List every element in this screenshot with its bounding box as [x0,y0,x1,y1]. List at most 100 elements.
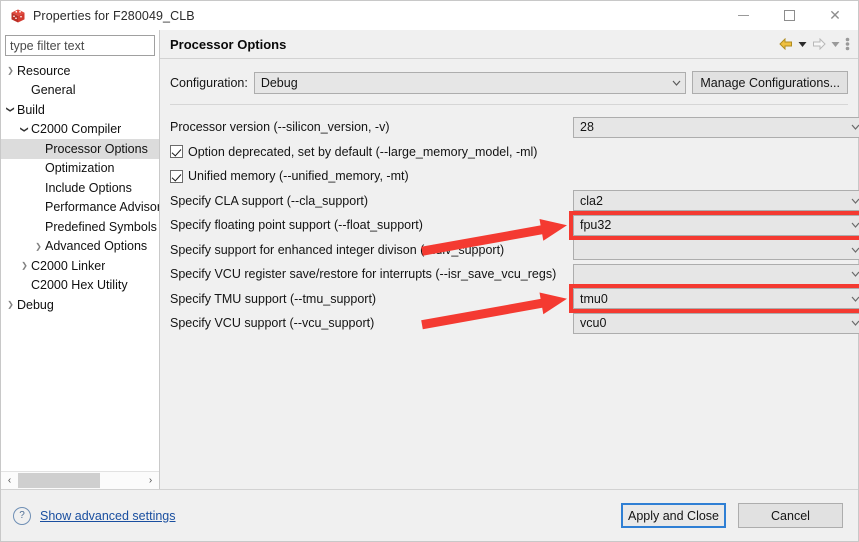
option-label: Unified memory (--unified_memory, -mt) [188,169,409,184]
tree-collapsed-icon[interactable] [32,242,45,251]
manage-configurations-button[interactable]: Manage Configurations... [692,71,848,94]
title-bar: Properties for F280049_CLB ✕ [1,1,858,30]
sidebar-item-optimization[interactable]: Optimization [1,159,159,179]
config-divider [170,104,848,105]
option-label: Option deprecated, set by default (--lar… [188,144,538,159]
sidebar-item-advanced-options[interactable]: Advanced Options [1,237,159,257]
option-row: Specify support for enhanced integer div… [170,238,859,263]
chevron-down-icon [846,222,859,229]
checkbox[interactable] [170,169,183,183]
sidebar-item-label: Performance Advisor [45,200,159,215]
combo-value: fpu32 [580,218,612,233]
configuration-row: Configuration: Debug Manage Configuratio… [170,71,848,94]
scroll-thumb[interactable] [18,473,100,488]
tree-collapsed-icon[interactable] [18,261,31,270]
cla-support-combo[interactable]: cla2 [573,190,859,212]
sidebar-item-label: C2000 Compiler [31,122,122,137]
sidebar-item-label: Build [17,102,45,117]
back-menu-chevron-down-icon[interactable] [798,41,807,48]
question-mark-icon[interactable]: ? [13,506,31,525]
close-button[interactable]: ✕ [812,1,858,30]
sidebar-item-debug[interactable]: Debug [1,295,159,315]
tmu-support-combo[interactable]: tmu0 [573,288,859,310]
option-row: Specify VCU register save/restore for in… [170,262,859,287]
show-advanced-settings-link[interactable]: Show advanced settings [40,509,176,523]
filter-container [1,30,159,59]
options-list: Processor version (--silicon_version, -v… [170,115,859,336]
minimize-button[interactable] [720,1,766,30]
checkbox[interactable] [170,145,183,159]
scroll-track[interactable] [18,472,142,489]
float-support-combo[interactable]: fpu32 [573,214,859,236]
close-icon: ✕ [829,7,841,24]
combo-value: tmu0 [580,291,608,306]
properties-dialog: Properties for F280049_CLB ✕ Resource Gen… [0,0,859,542]
maximize-icon [783,10,795,21]
sidebar-item-c2000-hex-utility[interactable]: C2000 Hex Utility [1,276,159,296]
option-row: Specify floating point support (--float_… [170,213,859,238]
sidebar-item-label: Debug [17,297,54,312]
apply-and-close-button[interactable]: Apply and Close [621,503,726,528]
settings-tree-panel: Resource General Build C2000 Compiler Proces… [1,30,160,489]
chevron-down-icon [846,271,859,278]
combo-value: vcu0 [580,316,607,331]
window-controls: ✕ [720,1,858,30]
tree-collapsed-icon[interactable] [4,66,17,75]
tree-expanded-icon[interactable] [18,125,31,134]
idiv-support-combo[interactable] [573,239,859,261]
sidebar-item-include-options[interactable]: Include Options [1,178,159,198]
red-cube-icon [11,9,25,22]
sidebar-item-label: Predefined Symbols [45,219,157,234]
tree-horizontal-scrollbar[interactable]: ‹ › [1,471,159,489]
sidebar-item-predefined-symbols[interactable]: Predefined Symbols [1,217,159,237]
forward-arrow-icon[interactable] [812,38,826,50]
sidebar-item-processor-options[interactable]: Processor Options [1,139,159,159]
configuration-label: Configuration: [170,75,248,90]
page-header: Processor Options [160,30,858,58]
scroll-right-button[interactable]: › [142,472,159,489]
sidebar-item-label: C2000 Linker [31,258,106,273]
tree-expanded-icon[interactable] [4,105,17,114]
dialog-body: Resource General Build C2000 Compiler Proces… [1,30,859,489]
back-arrow-icon[interactable] [779,38,793,50]
app-icon [10,8,26,24]
option-row: Specify CLA support (--cla_support) cla2 [170,189,859,214]
vcu-support-combo[interactable]: vcu0 [573,312,859,334]
sidebar-item-performance-advisor[interactable]: Performance Advisor [1,198,159,218]
sidebar-item-c2000-compiler[interactable]: C2000 Compiler [1,120,159,140]
window-title: Properties for F280049_CLB [33,8,195,23]
sidebar-item-label: Optimization [45,161,115,176]
chevron-down-icon [667,80,685,86]
option-label: Specify floating point support (--float_… [170,218,423,233]
silicon-version-combo[interactable]: 28 [573,116,859,138]
sidebar-item-c2000-linker[interactable]: C2000 Linker [1,256,159,276]
option-row: Unified memory (--unified_memory, -mt) [170,164,848,189]
option-label: Specify TMU support (--tmu_support) [170,291,377,306]
option-label: Specify support for enhanced integer div… [170,242,505,257]
view-menu-icon[interactable] [845,37,850,51]
option-label: Specify CLA support (--cla_support) [170,193,369,208]
settings-page: Processor Options Configuration: Debug M… [160,30,859,489]
sidebar-item-resource[interactable]: Resource [1,61,159,81]
chevron-down-icon [846,320,859,327]
settings-tree[interactable]: Resource General Build C2000 Compiler Proces… [1,59,159,471]
forward-menu-chevron-down-icon[interactable] [831,41,840,48]
sidebar-item-build[interactable]: Build [1,100,159,120]
filter-input[interactable] [5,35,155,56]
footer-buttons: Apply and Close Cancel [621,503,843,528]
combo-value: 28 [580,120,594,135]
configuration-combo[interactable]: Debug [253,71,687,94]
option-label: Specify VCU support (--vcu_support) [170,316,375,331]
maximize-button[interactable] [766,1,812,30]
sidebar-item-label: Advanced Options [45,239,148,254]
sidebar-item-general[interactable]: General [1,81,159,101]
tree-collapsed-icon[interactable] [4,300,17,309]
sidebar-item-label: General [31,83,76,98]
cancel-button[interactable]: Cancel [738,503,843,528]
sidebar-item-label: Resource [17,63,71,78]
scroll-left-button[interactable]: ‹ [1,472,18,489]
option-label: Processor version (--silicon_version, -v… [170,120,390,135]
option-row: Option deprecated, set by default (--lar… [170,140,848,165]
page-title: Processor Options [170,36,287,52]
isr-save-vcu-regs-combo[interactable] [573,263,859,285]
